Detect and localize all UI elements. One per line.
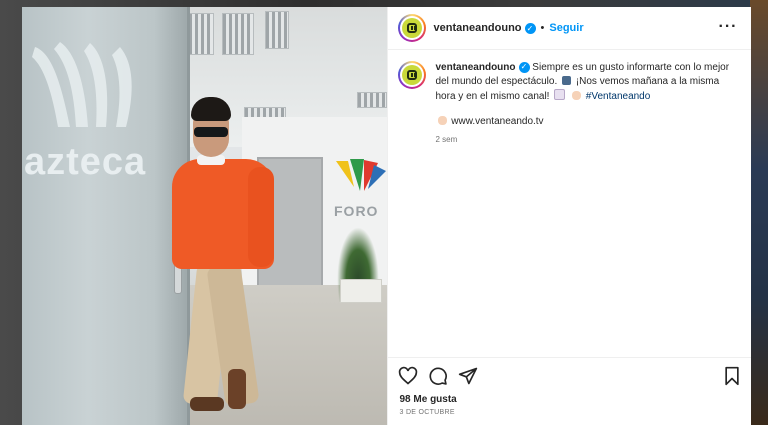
caption-time[interactable]: 2 sem (436, 135, 738, 144)
presenter-shoe (228, 369, 246, 409)
caption-text: ventaneandouno ✓ Siempre es un gusto info… (436, 61, 732, 104)
post-photo: FORO azteca (22, 7, 387, 425)
caption-hashtag[interactable]: #Ventaneando (586, 91, 651, 102)
presenter-sunglasses (194, 127, 228, 137)
pointing-hand-icon (437, 116, 447, 125)
caption-username[interactable]: ventaneandouno (436, 62, 516, 73)
caption-avatar[interactable] (397, 61, 426, 89)
presenter-figure (172, 97, 282, 425)
ventaneando-logo-icon (406, 70, 417, 80)
ventaneando-logo-icon (406, 23, 417, 33)
post-info-panel: ventaneandouno ✓ • Seguir ··· ventaneand… (386, 7, 751, 425)
verified-badge-icon: ✓ (524, 22, 536, 34)
presenter-hair (191, 97, 231, 121)
avatar-core (401, 65, 422, 85)
avatar-ring-inner (399, 16, 424, 40)
post-header: ventaneandouno ✓ • Seguir ··· (387, 7, 751, 50)
likes-count[interactable]: 98 Me gusta (400, 394, 457, 405)
foro-sign: FORO (334, 203, 379, 219)
heart-icon[interactable] (398, 366, 418, 386)
comment-icon[interactable] (428, 366, 448, 386)
tv-azteca-logo (336, 159, 386, 191)
backdrop-edge (750, 0, 768, 425)
separator-dot: • (540, 22, 545, 34)
ceiling-light (222, 13, 254, 55)
website-line: www.ventaneando.tv (436, 116, 738, 127)
header-user: ventaneandouno ✓ • Seguir (434, 22, 584, 34)
verified-badge-icon: ✓ (518, 61, 530, 73)
follow-button[interactable]: Seguir (549, 22, 583, 34)
presenter-arm (248, 167, 274, 267)
bookmark-icon[interactable] (722, 366, 742, 386)
plant-pot (340, 279, 382, 303)
post-date: 3 DE OCTUBRE (399, 409, 455, 416)
glass-door: azteca (22, 7, 190, 425)
tv-emoji-icon (562, 76, 572, 85)
avatar-ring-inner (399, 63, 424, 87)
avatar-core (401, 18, 422, 38)
caption-area: ventaneandouno ✓ Siempre es un gusto info… (397, 61, 738, 144)
more-options-button[interactable]: ··· (719, 19, 738, 35)
presenter-shoe (190, 397, 224, 411)
header-username[interactable]: ventaneandouno (434, 22, 522, 34)
caption-row: ventaneandouno ✓ Siempre es un gusto info… (397, 61, 738, 104)
ceiling-light (357, 92, 387, 108)
action-bar (387, 357, 751, 390)
azteca-logo-etched (32, 42, 132, 127)
ceiling-light (265, 11, 289, 49)
website-text: www.ventaneando.tv (451, 116, 544, 127)
paper-plane-icon[interactable] (458, 366, 478, 386)
glass-door-text: azteca (24, 141, 147, 183)
header-avatar[interactable] (397, 14, 426, 42)
post-modal: FORO azteca ventaneandouno ✓ • Seguir ··… (22, 7, 751, 425)
hand-emoji-icon (572, 91, 582, 100)
calendar-emoji-icon (554, 89, 566, 100)
